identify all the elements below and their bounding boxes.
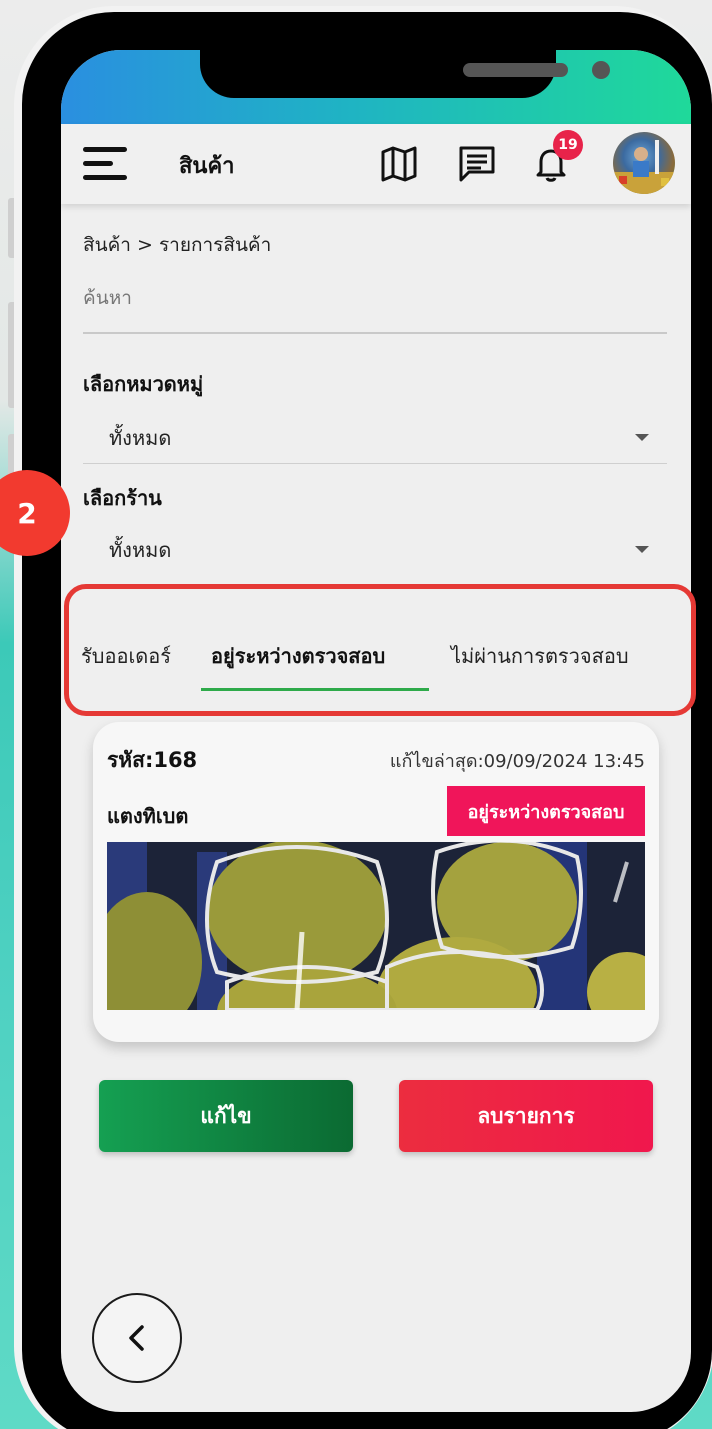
search-input[interactable] (83, 278, 667, 318)
category-select[interactable]: ทั้งหมด (83, 408, 667, 464)
shop-select[interactable]: ทั้งหมด (83, 520, 667, 576)
breadcrumb: สินค้า > รายการสินค้า (83, 234, 272, 256)
menu-icon[interactable] (83, 147, 127, 181)
phone-notch (200, 50, 610, 98)
camera (592, 61, 610, 79)
speaker (463, 63, 568, 77)
category-filter-label: เลือกหมวดหมู่ (83, 372, 204, 396)
tabs-highlight-annotation (64, 584, 696, 716)
app-bar: สินค้า 19 (61, 124, 691, 204)
shop-select-value: ทั้งหมด (109, 538, 172, 562)
chevron-left-icon (129, 1325, 144, 1351)
chevron-down-icon (635, 434, 649, 441)
chevron-down-icon (635, 546, 649, 553)
avatar[interactable] (613, 132, 675, 194)
product-name: แตงทิเบต (107, 804, 189, 828)
search-field (83, 278, 667, 334)
back-button[interactable] (92, 1293, 182, 1383)
status-badge: อยู่ระหว่างตรวจสอบ (447, 786, 645, 836)
phone-screen: สินค้า 19 สินค้า > รายการสินค้า ค้นหา เล… (61, 50, 691, 1412)
shop-filter-label: เลือกร้าน (83, 486, 162, 510)
notification-badge: 19 (553, 130, 583, 160)
edit-button[interactable]: แก้ไข (99, 1080, 353, 1152)
last-updated: แก้ไขล่าสุด:09/09/2024 13:45 (389, 751, 645, 772)
message-icon[interactable] (457, 144, 497, 184)
product-card[interactable]: รหัส:168 แก้ไขล่าสุด:09/09/2024 13:45 แต… (93, 722, 659, 1042)
map-icon[interactable] (379, 144, 419, 184)
product-code: รหัส:168 (107, 748, 198, 772)
category-select-value: ทั้งหมด (109, 426, 172, 450)
avatar-photo (613, 140, 675, 194)
page-title: สินค้า (179, 154, 235, 179)
product-image (107, 842, 645, 1010)
delete-button[interactable]: ลบรายการ (399, 1080, 653, 1152)
